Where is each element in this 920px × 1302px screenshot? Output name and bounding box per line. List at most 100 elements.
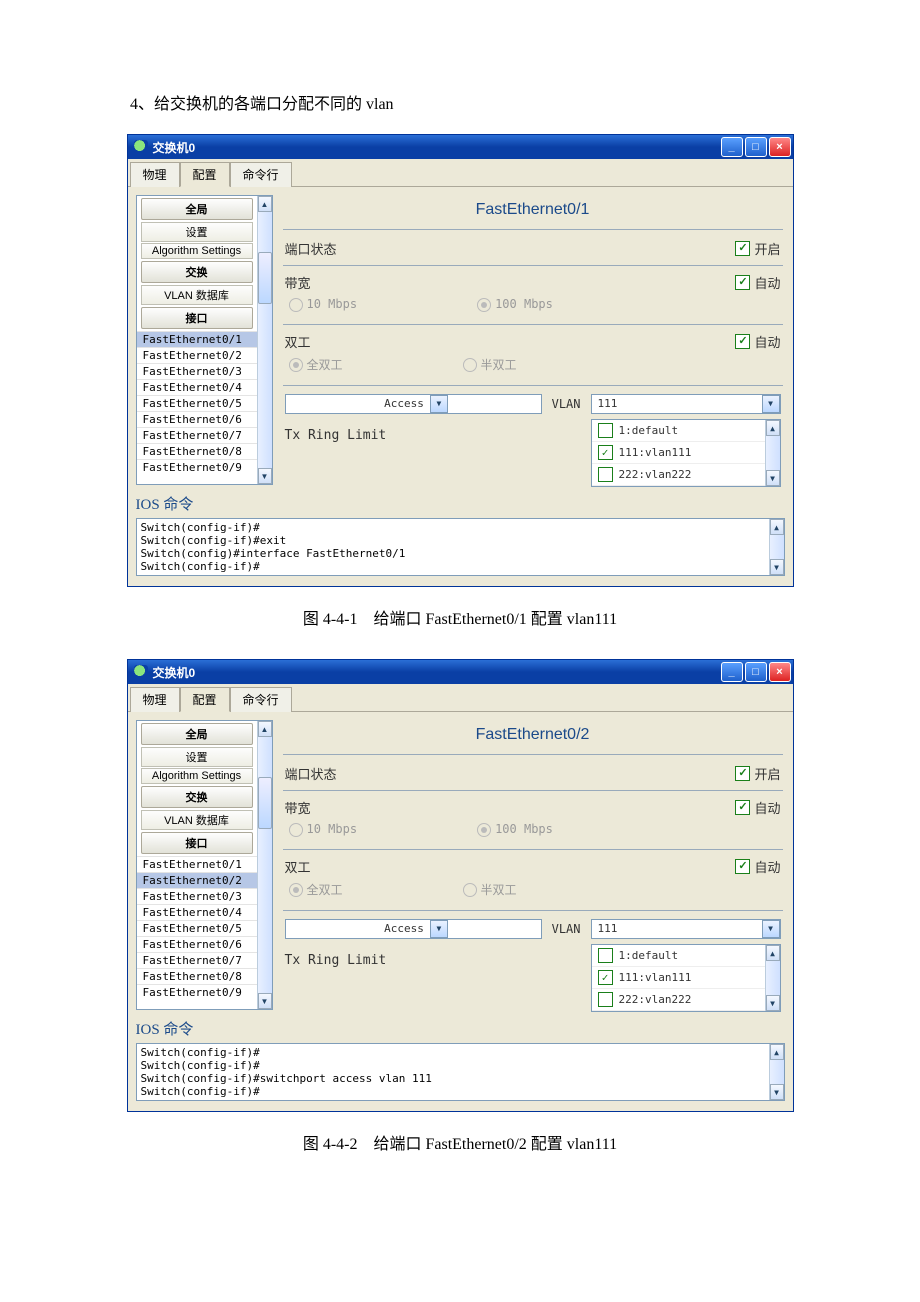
- chevron-down-icon[interactable]: ▼: [762, 920, 780, 938]
- sidebar-cat-global[interactable]: 全局: [141, 198, 253, 220]
- chevron-down-icon[interactable]: ▼: [762, 395, 780, 413]
- scroll-up-icon[interactable]: ▲: [766, 420, 780, 436]
- vlan-opt-chk[interactable]: [598, 970, 613, 985]
- sidebar-port-2[interactable]: FastEthernet0/2: [137, 872, 257, 888]
- vlan-select[interactable]: 111 ▼: [591, 919, 781, 939]
- tab-cli[interactable]: 命令行: [230, 687, 292, 712]
- sidebar-port-2[interactable]: FastEthernet0/2: [137, 347, 257, 363]
- sidebar-cat-switch[interactable]: 交换: [141, 786, 253, 808]
- main-panel: FastEthernet0/2 端口状态 开启 带宽 自动 10 Mbps 10…: [281, 720, 785, 1010]
- port-status-checkbox[interactable]: [735, 766, 750, 781]
- sidebar-item-algorithm[interactable]: Algorithm Settings: [141, 243, 253, 259]
- port-status-checkbox[interactable]: [735, 241, 750, 256]
- tab-physical[interactable]: 物理: [130, 162, 180, 187]
- sidebar-port-3[interactable]: FastEthernet0/3: [137, 888, 257, 904]
- sidebar-item-algorithm[interactable]: Algorithm Settings: [141, 768, 253, 784]
- scroll-up-icon[interactable]: ▲: [770, 519, 784, 535]
- vlan-option-default[interactable]: 1:default: [592, 420, 780, 442]
- scroll-up-icon[interactable]: ▲: [258, 721, 272, 737]
- sidebar-item-settings[interactable]: 设置: [141, 222, 253, 242]
- vlan-option-222[interactable]: 222:vlan222: [592, 464, 780, 486]
- vlan-dropdown: 1:default 111:vlan111 222:vlan222 ▲ ▼: [591, 944, 781, 1012]
- duplex-auto-checkbox[interactable]: [735, 334, 750, 349]
- full-duplex-radio[interactable]: [289, 358, 303, 372]
- close-button[interactable]: ×: [769, 137, 791, 157]
- sidebar-port-4[interactable]: FastEthernet0/4: [137, 904, 257, 920]
- sidebar-port-4[interactable]: FastEthernet0/4: [137, 379, 257, 395]
- sidebar-cat-interface[interactable]: 接口: [141, 832, 253, 854]
- bandwidth-auto-checkbox[interactable]: [735, 800, 750, 815]
- ios-scrollbar[interactable]: ▲ ▼: [769, 1044, 784, 1100]
- vlan-option-222[interactable]: 222:vlan222: [592, 989, 780, 1011]
- bw-100-radio[interactable]: [477, 298, 491, 312]
- dropdown-scrollbar[interactable]: ▲ ▼: [765, 420, 780, 486]
- mode-select[interactable]: Access ▼: [285, 919, 542, 939]
- maximize-button[interactable]: □: [745, 662, 767, 682]
- scroll-down-icon[interactable]: ▼: [258, 993, 272, 1009]
- tab-config[interactable]: 配置: [180, 687, 230, 712]
- scroll-up-icon[interactable]: ▲: [258, 196, 272, 212]
- sidebar-port-1[interactable]: FastEthernet0/1: [137, 856, 257, 872]
- sidebar-port-5[interactable]: FastEthernet0/5: [137, 395, 257, 411]
- sidebar-item-settings[interactable]: 设置: [141, 747, 253, 767]
- sidebar-port-5[interactable]: FastEthernet0/5: [137, 920, 257, 936]
- scroll-thumb[interactable]: [258, 252, 272, 304]
- sidebar-port-7[interactable]: FastEthernet0/7: [137, 952, 257, 968]
- sidebar-port-1[interactable]: FastEthernet0/1: [137, 331, 257, 347]
- tab-physical[interactable]: 物理: [130, 687, 180, 712]
- maximize-button[interactable]: □: [745, 137, 767, 157]
- vlan-opt-chk[interactable]: [598, 467, 613, 482]
- main-panel: FastEthernet0/1 端口状态 开启 带宽 自动 10 Mbps 10…: [281, 195, 785, 485]
- vlan-opt-chk[interactable]: [598, 992, 613, 1007]
- bw-10-radio[interactable]: [289, 823, 303, 837]
- sidebar-port-7[interactable]: FastEthernet0/7: [137, 427, 257, 443]
- vlan-opt-chk[interactable]: [598, 423, 613, 438]
- sidebar-cat-interface[interactable]: 接口: [141, 307, 253, 329]
- scroll-thumb[interactable]: [258, 777, 272, 829]
- sidebar-cat-switch[interactable]: 交换: [141, 261, 253, 283]
- sidebar-port-6[interactable]: FastEthernet0/6: [137, 411, 257, 427]
- half-duplex-radio[interactable]: [463, 358, 477, 372]
- sidebar-port-9[interactable]: FastEthernet0/9: [137, 984, 257, 1000]
- vlan-opt-chk[interactable]: [598, 445, 613, 460]
- sidebar-cat-global[interactable]: 全局: [141, 723, 253, 745]
- sidebar-port-3[interactable]: FastEthernet0/3: [137, 363, 257, 379]
- scroll-down-icon[interactable]: ▼: [766, 995, 780, 1011]
- scroll-up-icon[interactable]: ▲: [770, 1044, 784, 1060]
- dropdown-scrollbar[interactable]: ▲ ▼: [765, 945, 780, 1011]
- scroll-down-icon[interactable]: ▼: [770, 1084, 784, 1100]
- ios-scrollbar[interactable]: ▲ ▼: [769, 519, 784, 575]
- minimize-button[interactable]: _: [721, 137, 743, 157]
- bandwidth-auto-checkbox[interactable]: [735, 275, 750, 290]
- vlan-option-111[interactable]: 111:vlan111: [592, 442, 780, 464]
- half-duplex-radio[interactable]: [463, 883, 477, 897]
- duplex-auto-checkbox[interactable]: [735, 859, 750, 874]
- close-button[interactable]: ×: [769, 662, 791, 682]
- sidebar-port-8[interactable]: FastEthernet0/8: [137, 968, 257, 984]
- sidebar-port-6[interactable]: FastEthernet0/6: [137, 936, 257, 952]
- vlan-option-111[interactable]: 111:vlan111: [592, 967, 780, 989]
- tab-cli[interactable]: 命令行: [230, 162, 292, 187]
- tab-config[interactable]: 配置: [180, 162, 230, 187]
- chevron-down-icon[interactable]: ▼: [430, 920, 448, 938]
- sidebar-scrollbar[interactable]: ▲ ▼: [257, 196, 272, 484]
- sidebar-scrollbar[interactable]: ▲ ▼: [257, 721, 272, 1009]
- sidebar-port-9[interactable]: FastEthernet0/9: [137, 459, 257, 475]
- ios-line: Switch(config-if)#switchport access vlan…: [141, 1072, 765, 1085]
- scroll-down-icon[interactable]: ▼: [766, 470, 780, 486]
- bw-10-radio[interactable]: [289, 298, 303, 312]
- full-duplex-radio[interactable]: [289, 883, 303, 897]
- vlan-select[interactable]: 111 ▼: [591, 394, 781, 414]
- scroll-up-icon[interactable]: ▲: [766, 945, 780, 961]
- sidebar-item-vlandb[interactable]: VLAN 数据库: [141, 285, 253, 305]
- chevron-down-icon[interactable]: ▼: [430, 395, 448, 413]
- bw-100-radio[interactable]: [477, 823, 491, 837]
- vlan-option-default[interactable]: 1:default: [592, 945, 780, 967]
- scroll-down-icon[interactable]: ▼: [258, 468, 272, 484]
- mode-select[interactable]: Access ▼: [285, 394, 542, 414]
- minimize-button[interactable]: _: [721, 662, 743, 682]
- sidebar-port-8[interactable]: FastEthernet0/8: [137, 443, 257, 459]
- sidebar-item-vlandb[interactable]: VLAN 数据库: [141, 810, 253, 830]
- vlan-opt-chk[interactable]: [598, 948, 613, 963]
- scroll-down-icon[interactable]: ▼: [770, 559, 784, 575]
